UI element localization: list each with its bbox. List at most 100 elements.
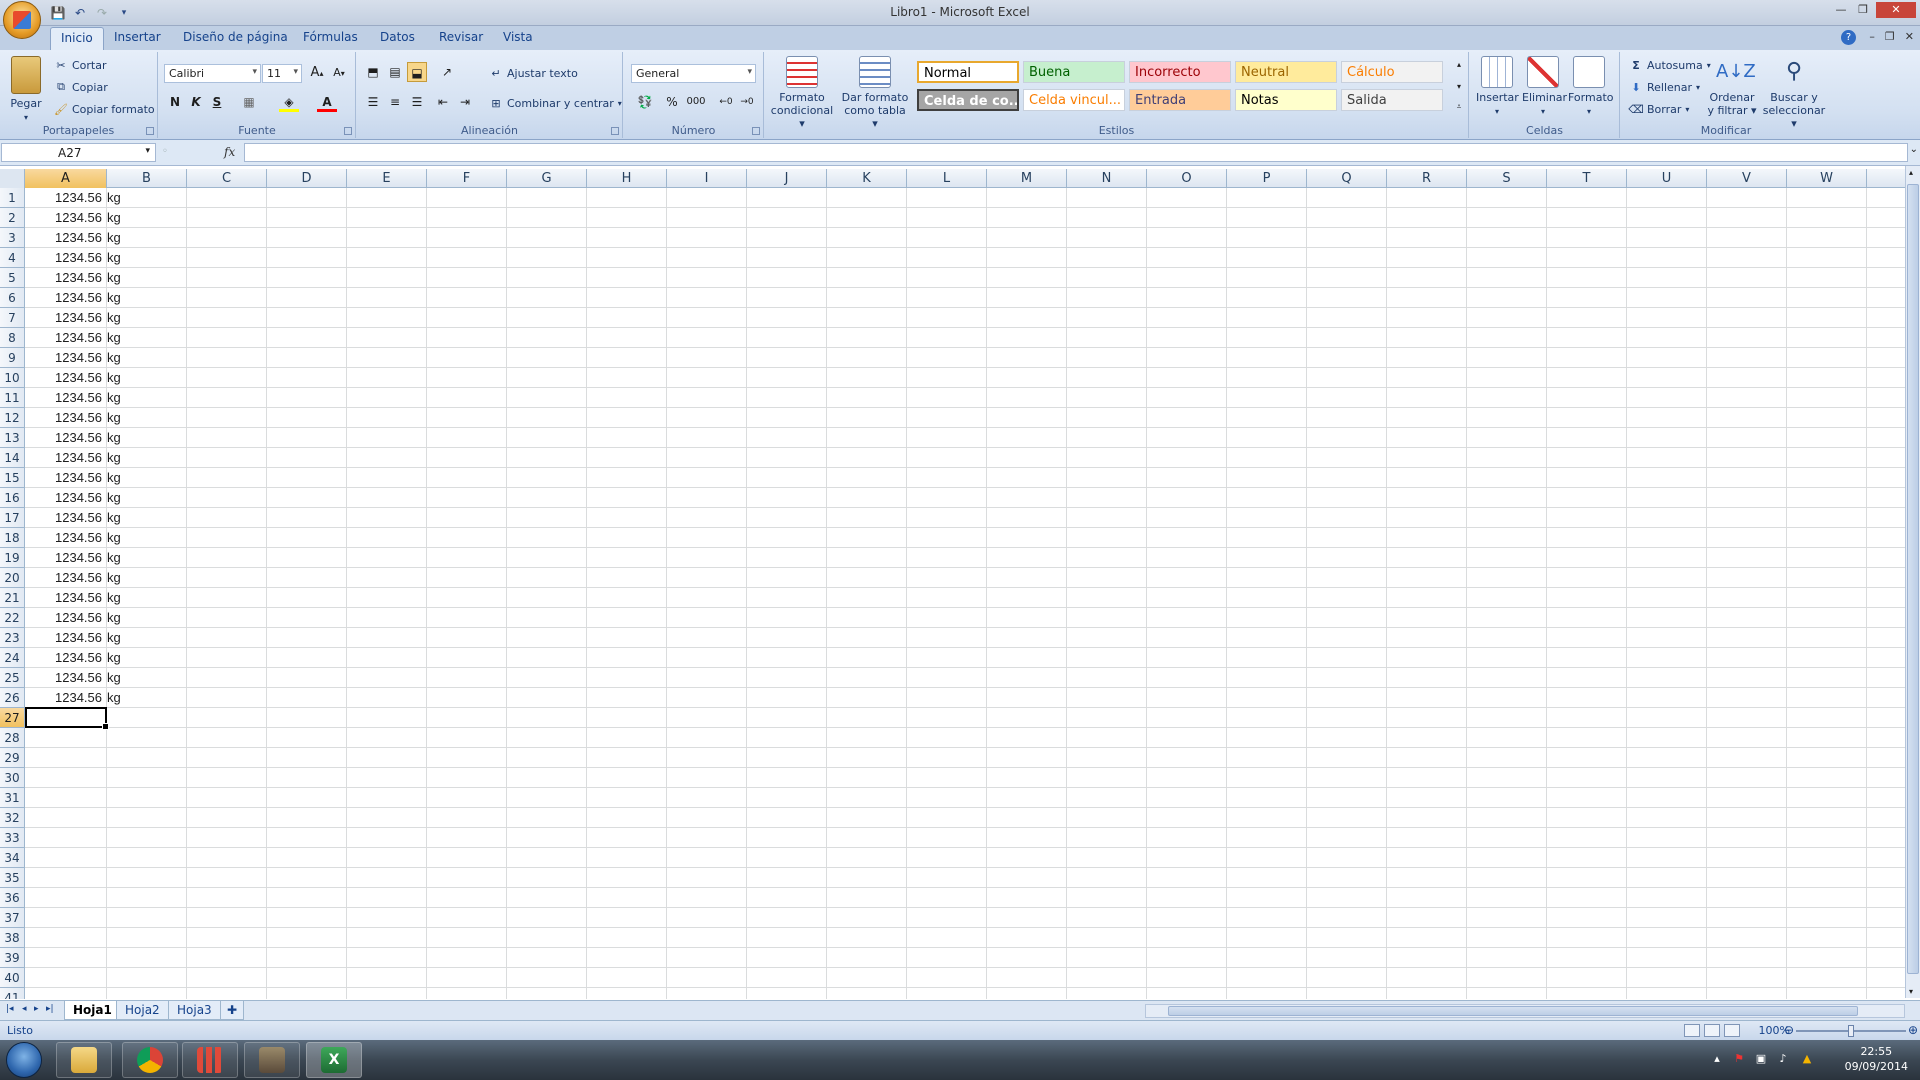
column-header[interactable]: V: [1707, 169, 1787, 188]
column-header[interactable]: L: [907, 169, 987, 188]
vertical-scrollbar[interactable]: ▴ ▾: [1905, 166, 1920, 998]
help-icon[interactable]: ?: [1841, 30, 1856, 45]
tray-expand-icon[interactable]: ▴: [1710, 1052, 1724, 1066]
thousands-button[interactable]: 000: [684, 92, 708, 112]
cell-value[interactable]: 1234.56: [25, 228, 104, 248]
workbook-close-icon[interactable]: ✕: [1905, 30, 1914, 43]
gallery-more-icon[interactable]: ⩡: [1449, 100, 1469, 114]
gallery-down-icon[interactable]: ▾: [1449, 80, 1469, 94]
column-header[interactable]: G: [507, 169, 587, 188]
wrap-text-button[interactable]: ↵ Ajustar texto: [489, 66, 577, 80]
tab-formulas[interactable]: Fórmulas: [303, 30, 358, 44]
merge-center-button[interactable]: ⊞ Combinar y centrar ▾: [489, 96, 621, 110]
cell-value[interactable]: 1234.56: [25, 568, 104, 588]
cell-value[interactable]: 1234.56: [25, 528, 104, 548]
decrease-indent-icon[interactable]: ⇤: [433, 92, 453, 112]
restore-icon[interactable]: ❐: [1854, 2, 1872, 18]
select-all-corner[interactable]: [0, 169, 25, 188]
sheet-tab-hoja3[interactable]: Hoja3: [168, 1001, 221, 1020]
zoom-in-icon[interactable]: ⊕: [1908, 1023, 1918, 1037]
column-header[interactable]: U: [1627, 169, 1707, 188]
row-header[interactable]: 34: [0, 848, 25, 868]
increase-decimal-icon[interactable]: ←0: [716, 92, 736, 112]
cell-value[interactable]: 1234.56: [25, 428, 104, 448]
name-box[interactable]: A27: [1, 143, 156, 162]
percent-button[interactable]: %: [662, 92, 682, 112]
column-header[interactable]: K: [827, 169, 907, 188]
row-header[interactable]: 7: [0, 308, 25, 328]
cell-style-6[interactable]: Celda vincul...: [1023, 89, 1125, 111]
cell-value[interactable]: 1234.56: [25, 648, 104, 668]
row-header[interactable]: 27: [0, 708, 25, 728]
gallery-up-icon[interactable]: ▴: [1449, 58, 1469, 72]
cell-style-9[interactable]: Salida: [1341, 89, 1443, 111]
cell-value[interactable]: 1234.56: [25, 308, 104, 328]
row-header[interactable]: 14: [0, 448, 25, 468]
format-painter-button[interactable]: 🖌 Copiar formato: [54, 102, 155, 116]
office-button[interactable]: [3, 1, 41, 39]
italic-button[interactable]: K: [186, 92, 206, 112]
find-select-button[interactable]: ⚲ Buscar y seleccionar ▾: [1761, 56, 1827, 130]
cell-value[interactable]: 1234.56: [25, 328, 104, 348]
next-sheet-icon[interactable]: ▸: [34, 1004, 39, 1014]
fill-color-icon[interactable]: ◈: [279, 92, 299, 112]
workbook-minimize-icon[interactable]: –: [1869, 30, 1875, 43]
minimize-icon[interactable]: —: [1832, 2, 1850, 18]
row-header[interactable]: 39: [0, 948, 25, 968]
cell-style-1[interactable]: Buena: [1023, 61, 1125, 83]
cell-value[interactable]: 1234.56: [25, 208, 104, 228]
volume-icon[interactable]: ♪: [1776, 1052, 1790, 1066]
align-center-icon[interactable]: ≡: [385, 92, 405, 112]
last-sheet-icon[interactable]: ▸|: [46, 1004, 54, 1014]
row-header[interactable]: 38: [0, 928, 25, 948]
cell-value[interactable]: 1234.56: [25, 348, 104, 368]
dialog-launcher-icon[interactable]: [752, 127, 760, 135]
tab-vista[interactable]: Vista: [503, 30, 533, 44]
sort-filter-button[interactable]: A↓Z Ordenar y filtrar ▾: [1707, 56, 1757, 117]
row-header[interactable]: 35: [0, 868, 25, 888]
row-header[interactable]: 31: [0, 788, 25, 808]
cell-style-7[interactable]: Entrada: [1129, 89, 1231, 111]
taskbar-apps[interactable]: [182, 1042, 238, 1078]
horizontal-scrollbar[interactable]: [1145, 1004, 1905, 1018]
row-header[interactable]: 36: [0, 888, 25, 908]
formula-bar-handle-icon[interactable]: ◦: [162, 146, 168, 157]
row-header[interactable]: 17: [0, 508, 25, 528]
insert-sheet-icon[interactable]: ✚: [220, 1001, 245, 1020]
column-header[interactable]: W: [1787, 169, 1867, 188]
vertical-scroll-thumb[interactable]: [1907, 184, 1919, 974]
font-size-select[interactable]: 11: [262, 64, 302, 83]
close-icon[interactable]: ✕: [1876, 2, 1916, 18]
row-header[interactable]: 9: [0, 348, 25, 368]
taskbar-excel[interactable]: X: [306, 1042, 362, 1078]
column-header[interactable]: D: [267, 169, 347, 188]
cell-value[interactable]: 1234.56: [25, 388, 104, 408]
row-header[interactable]: 40: [0, 968, 25, 988]
decrease-decimal-icon[interactable]: →0: [737, 92, 757, 112]
cell-value[interactable]: 1234.56: [25, 548, 104, 568]
row-header[interactable]: 1: [0, 188, 25, 208]
scroll-up-icon[interactable]: ▴: [1909, 168, 1913, 177]
align-left-icon[interactable]: ☰: [363, 92, 383, 112]
underline-button[interactable]: S: [207, 92, 227, 112]
cell-value[interactable]: 1234.56: [25, 628, 104, 648]
format-as-table-button[interactable]: Dar formato como tabla ▾: [841, 56, 909, 130]
cell-style-4[interactable]: Cálculo: [1341, 61, 1443, 83]
cell-style-3[interactable]: Neutral: [1235, 61, 1337, 83]
clear-button[interactable]: ⌫ Borrar ▾: [1628, 102, 1689, 116]
row-header[interactable]: 15: [0, 468, 25, 488]
cut-button[interactable]: ✂ Cortar: [54, 58, 106, 72]
autosum-button[interactable]: Σ Autosuma ▾: [1629, 58, 1710, 72]
row-header[interactable]: 18: [0, 528, 25, 548]
insert-function-icon[interactable]: fx: [224, 145, 235, 159]
row-header[interactable]: 23: [0, 628, 25, 648]
copy-button[interactable]: ⧉ Copiar: [54, 80, 108, 94]
tab-insertar[interactable]: Insertar: [114, 30, 161, 44]
column-header[interactable]: O: [1147, 169, 1227, 188]
cell-value[interactable]: 1234.56: [25, 488, 104, 508]
paste-button[interactable]: Pegar ▾: [6, 56, 46, 124]
align-right-icon[interactable]: ☰: [407, 92, 427, 112]
orientation-icon[interactable]: ↗: [437, 62, 457, 82]
cell-value[interactable]: 1234.56: [25, 448, 104, 468]
column-header[interactable]: C: [187, 169, 267, 188]
